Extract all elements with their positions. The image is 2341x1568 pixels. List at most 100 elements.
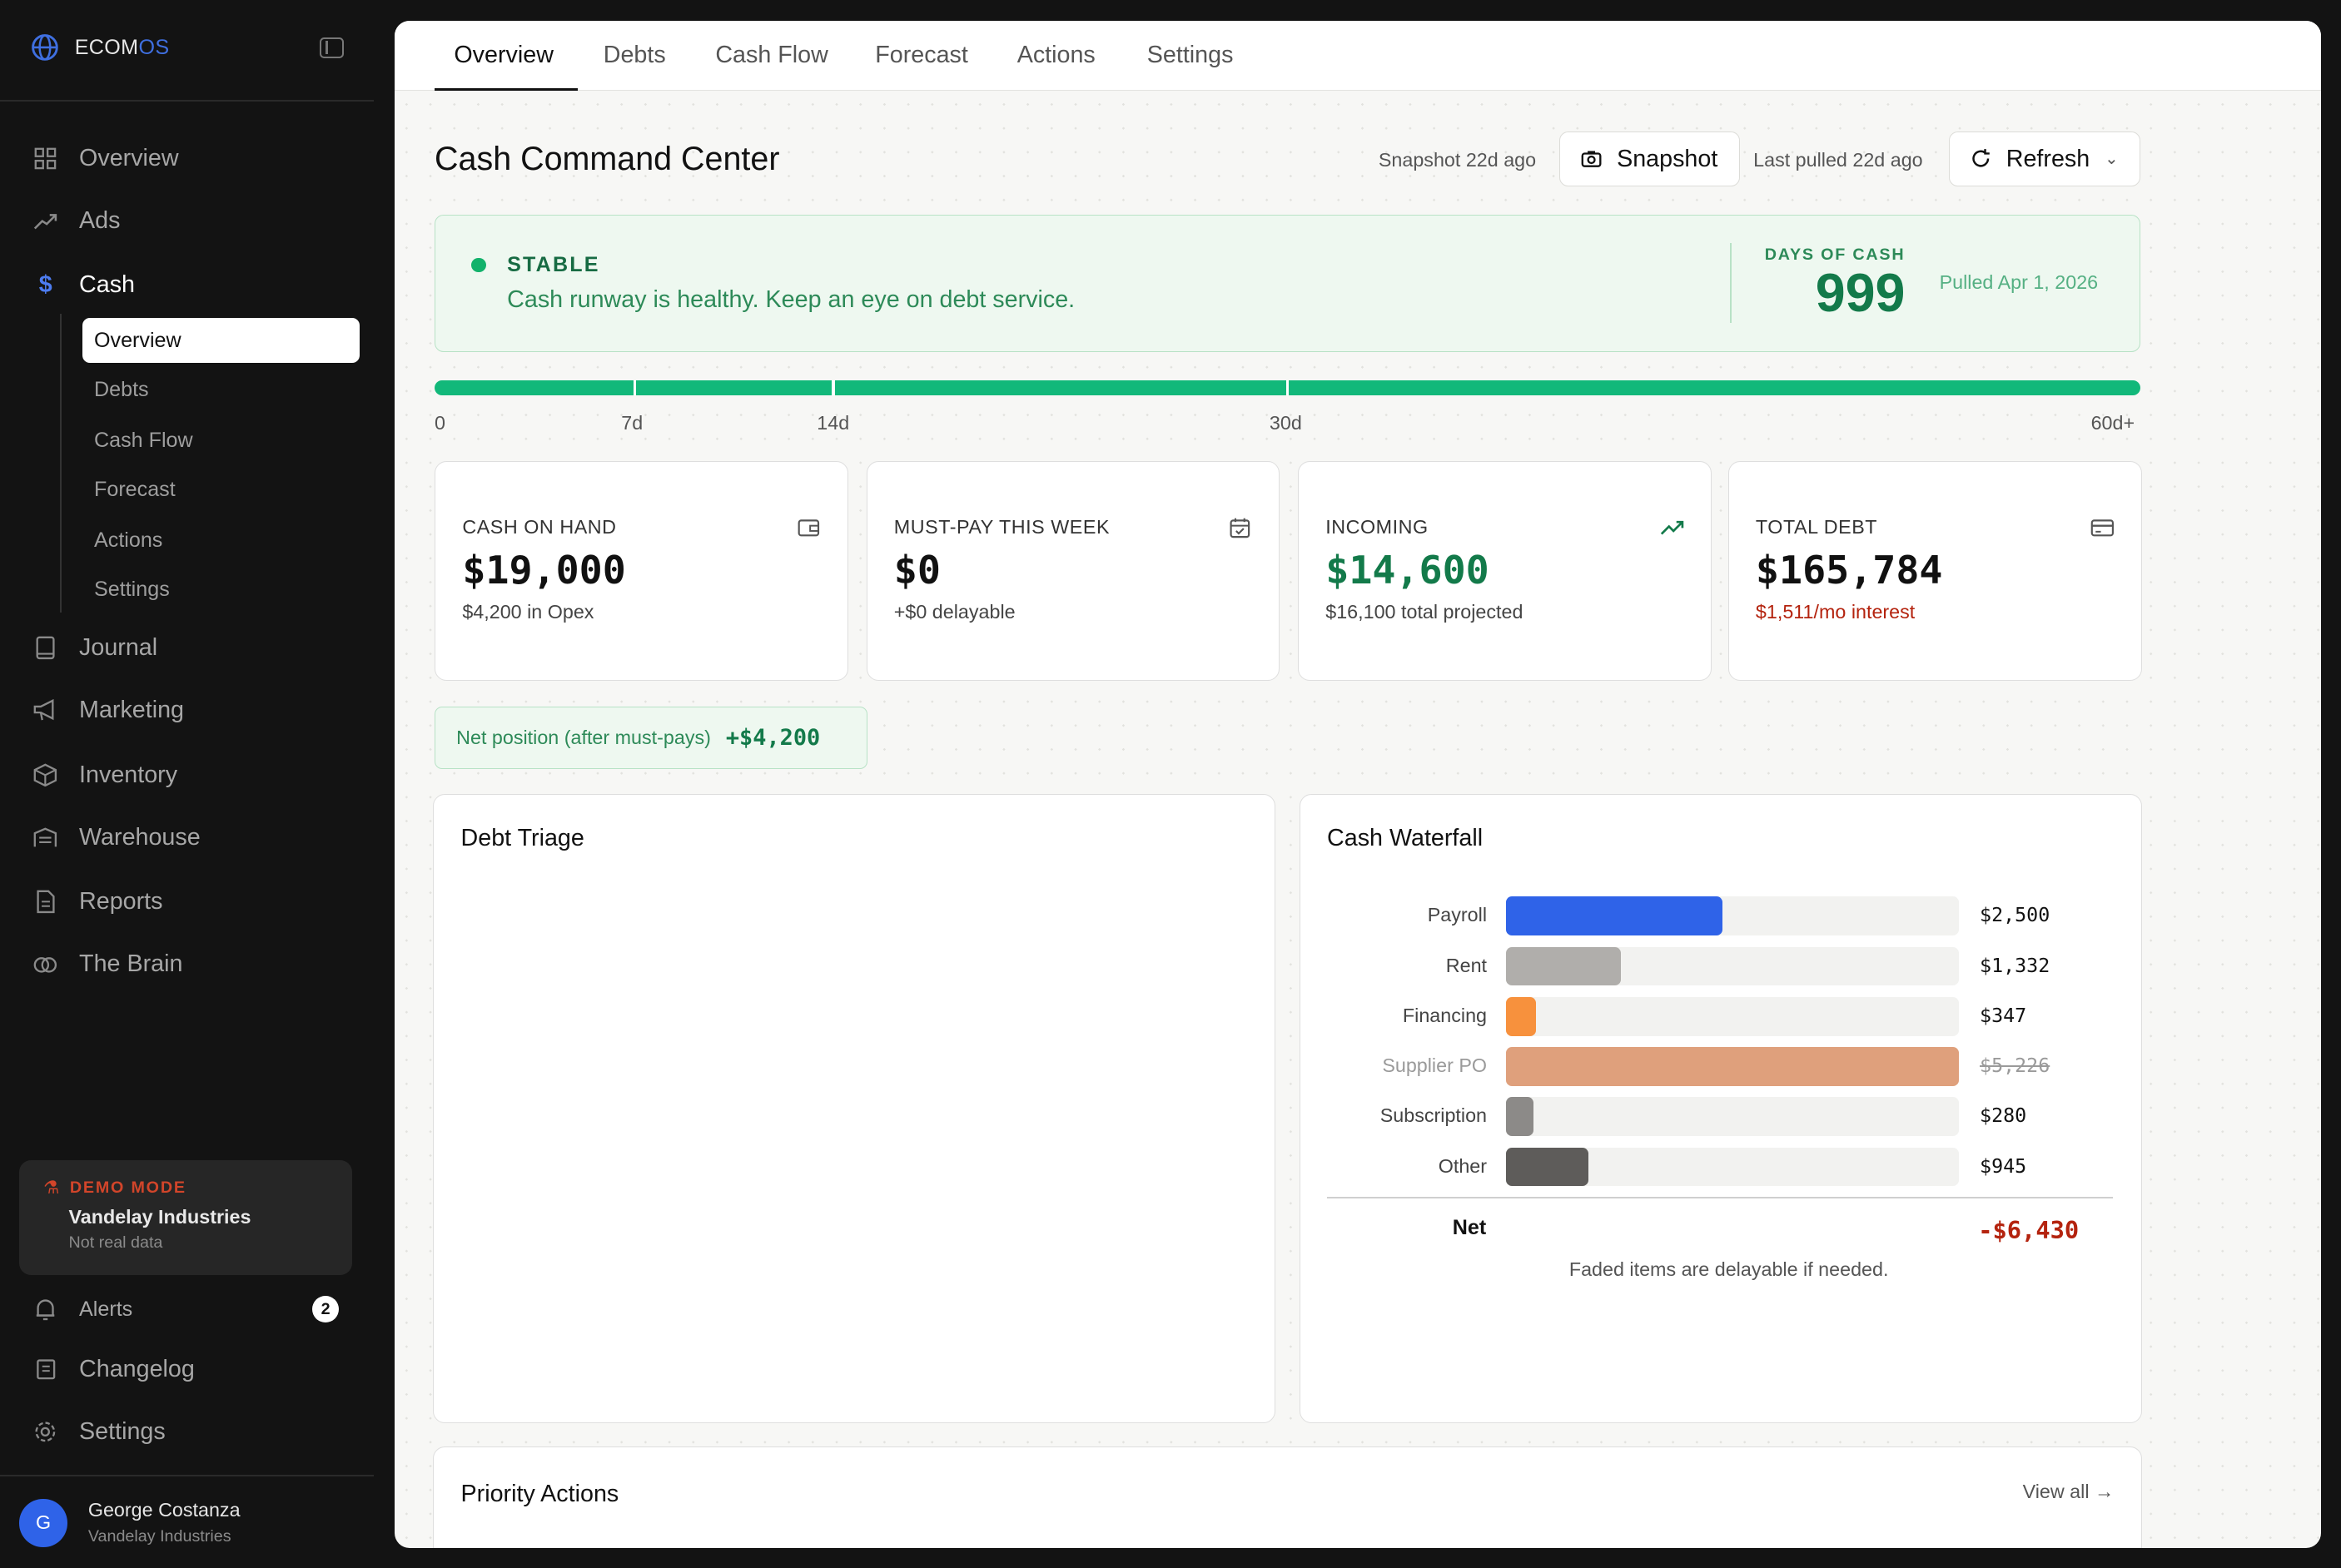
sidebar-item-label: Warehouse <box>79 823 201 851</box>
user-menu[interactable]: G George Costanza Vandelay Industries <box>19 1499 241 1547</box>
net-position-label: Net position (after must-pays) <box>456 726 711 748</box>
waterfall-row: Subscription $280 <box>1300 1097 2140 1137</box>
refresh-button[interactable]: Refresh ⌄ <box>1949 131 2140 187</box>
kpi-sub: +$0 delayable <box>893 601 1016 623</box>
sidebar-item-overview[interactable]: Overview <box>32 141 179 176</box>
globe-icon <box>32 34 58 62</box>
calendar-check-icon <box>1230 518 1250 538</box>
panel-title: Priority Actions <box>460 1480 619 1507</box>
tab-forecast[interactable]: Forecast <box>875 42 968 69</box>
sidebar-item-ads[interactable]: Ads <box>32 203 120 239</box>
waterfall-row: Supplier PO $5,226 <box>1300 1047 2140 1086</box>
sidebar-item-alerts[interactable]: Alerts <box>32 1292 132 1327</box>
waterfall-bar <box>1506 1047 1959 1086</box>
waterfall-note: Faded items are delayable if needed. <box>1568 1258 1889 1280</box>
kpi-sub: $1,511/mo interest <box>1755 601 1916 623</box>
tab-bar: Overview Debts Cash Flow Forecast Action… <box>394 21 2321 92</box>
bell-icon <box>32 1297 57 1322</box>
kpi-value: $14,600 <box>1325 547 1489 593</box>
snapshot-age: Snapshot 22d ago <box>1378 149 1537 171</box>
report-icon <box>32 889 57 914</box>
sidebar-subitem-actions[interactable]: Actions <box>94 528 162 558</box>
sidebar-item-cash[interactable]: $ Cash <box>32 267 135 303</box>
demo-mode-card[interactable]: ⚗ DEMO MODE Vandelay Industries Not real… <box>19 1159 353 1276</box>
net-position-value: +$4,200 <box>725 724 821 751</box>
kpi-value: $165,784 <box>1755 547 1943 593</box>
tab-debts[interactable]: Debts <box>604 42 666 69</box>
status-message: Cash runway is healthy. Keep an eye on d… <box>507 285 1076 313</box>
waterfall-category: Financing <box>1402 1004 1488 1026</box>
waterfall-track <box>1506 1097 1959 1137</box>
sidebar-subitem-overview[interactable]: Overview <box>82 318 360 363</box>
sidebar-subitem-settings[interactable]: Settings <box>94 578 170 608</box>
waterfall-amount: $945 <box>1980 1154 2027 1178</box>
wallet-icon <box>798 519 820 537</box>
kpi-total-debt[interactable]: TOTAL DEBT $165,784 $1,511/mo interest <box>1727 461 2142 682</box>
sidebar-subitem-debts[interactable]: Debts <box>94 378 149 408</box>
tab-actions[interactable]: Actions <box>1017 42 1096 69</box>
sidebar-subitem-forecast[interactable]: Forecast <box>94 478 176 508</box>
kpi-sub: $16,100 total projected <box>1325 601 1523 623</box>
kpi-sub: $4,200 in Opex <box>462 601 594 623</box>
main-content: Overview Debts Cash Flow Forecast Action… <box>394 21 2321 1549</box>
waterfall-amount: $1,332 <box>1980 954 2050 977</box>
chevron-down-icon: ⌄ <box>2105 150 2119 169</box>
waterfall-row: Rent $1,332 <box>1300 946 2140 986</box>
submenu-line <box>59 313 62 613</box>
sidebar-item-label: Reports <box>79 888 163 915</box>
waterfall-net-value: -$6,430 <box>1978 1216 2080 1245</box>
waterfall-amount: $5,226 <box>1980 1054 2050 1078</box>
sidebar-item-the-brain[interactable]: The Brain <box>32 946 182 982</box>
priority-actions-panel: Priority Actions View all → <box>433 1446 2142 1549</box>
kpi-cash-on-hand[interactable]: CASH ON HAND $19,000 $4,200 in Opex <box>435 461 848 682</box>
status-label: STABLE <box>507 253 600 277</box>
status-dot <box>471 257 487 273</box>
waterfall-track <box>1506 896 1959 936</box>
tab-overview[interactable]: Overview <box>454 42 554 69</box>
kpi-incoming[interactable]: INCOMING $14,600 $16,100 total projected <box>1297 461 1712 682</box>
waterfall-bar <box>1506 896 1723 936</box>
sidebar-item-label: Cash <box>79 271 136 299</box>
trend-icon <box>32 208 57 233</box>
tab-cash-flow[interactable]: Cash Flow <box>715 42 828 69</box>
days-of-cash-value: 999 <box>1815 262 1906 323</box>
runway-label: 7d <box>621 412 644 434</box>
sidebar-item-warehouse[interactable]: Warehouse <box>32 820 201 856</box>
brand[interactable]: ECOMOS <box>30 32 170 62</box>
waterfall-bar <box>1506 996 1537 1036</box>
sidebar-item-marketing[interactable]: Marketing <box>32 692 184 728</box>
waterfall-bar <box>1506 1147 1588 1187</box>
sidebar-item-label: The Brain <box>79 950 183 978</box>
sidebar-subitem-cash-flow[interactable]: Cash Flow <box>94 429 193 459</box>
waterfall-category: Subscription <box>1379 1104 1488 1127</box>
waterfall-row: Financing $347 <box>1300 996 2140 1036</box>
waterfall-category: Supplier PO <box>1382 1054 1488 1077</box>
tab-settings[interactable]: Settings <box>1147 42 1234 69</box>
sidebar-item-inventory[interactable]: Inventory <box>32 757 177 793</box>
kpi-must-pay[interactable]: MUST-PAY THIS WEEK $0 +$0 delayable <box>866 461 1280 682</box>
snapshot-button[interactable]: Snapshot <box>1558 131 1740 187</box>
runway-label: 0 <box>435 412 446 434</box>
sidebar-item-journal[interactable]: Journal <box>32 630 157 666</box>
alerts-count-badge: 2 <box>311 1296 340 1323</box>
view-all-link[interactable]: View all → <box>2023 1481 2115 1503</box>
sidebar-item-settings[interactable]: Settings <box>32 1414 166 1450</box>
changelog-icon <box>32 1357 57 1382</box>
avatar: G <box>19 1499 67 1547</box>
divider <box>0 100 374 102</box>
dollar-icon: $ <box>38 271 52 299</box>
kpi-value: $0 <box>893 547 941 593</box>
sidebar-toggle-icon[interactable] <box>319 37 344 58</box>
sidebar-item-label: Settings <box>79 1417 166 1445</box>
sidebar-item-reports[interactable]: Reports <box>32 884 163 920</box>
user-name: George Costanza <box>87 1499 241 1521</box>
kpi-label: INCOMING <box>1325 515 1429 538</box>
demo-tag: ⚗ DEMO MODE <box>43 1178 186 1198</box>
pulled-date: Pulled Apr 1, 2026 <box>1939 270 2099 293</box>
sidebar-item-label: Alerts <box>79 1297 133 1321</box>
runway-label: 60d+ <box>2090 412 2135 434</box>
waterfall-track <box>1506 1047 1959 1086</box>
sidebar-item-changelog[interactable]: Changelog <box>32 1352 195 1387</box>
panel-title: Debt Triage <box>460 825 584 852</box>
runway-label: 30d <box>1269 412 1302 434</box>
